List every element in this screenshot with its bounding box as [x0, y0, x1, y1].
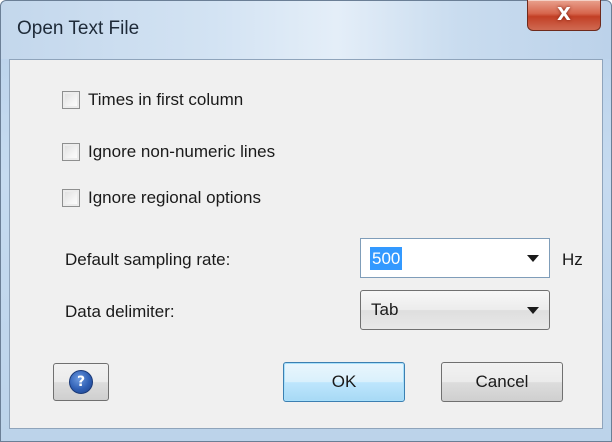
ignore-non-numeric-lines-label[interactable]: Ignore non-numeric lines: [88, 142, 275, 162]
ok-button[interactable]: OK: [283, 362, 405, 402]
close-icon: X: [557, 4, 571, 25]
sampling-rate-label: Default sampling rate:: [65, 250, 231, 269]
help-button[interactable]: ?: [53, 363, 109, 401]
cancel-button[interactable]: Cancel: [441, 362, 563, 402]
times-in-first-column-label[interactable]: Times in first column: [88, 90, 243, 110]
sampling-rate-unit: Hz: [562, 250, 583, 269]
dialog-body: Times in first column Ignore non-numeric…: [9, 59, 603, 429]
sampling-rate-value[interactable]: 500: [370, 246, 403, 270]
chevron-down-icon[interactable]: [527, 307, 539, 314]
open-text-file-dialog: Open Text File X Times in first column I…: [0, 0, 612, 442]
close-button[interactable]: X: [527, 0, 601, 31]
window-title: Open Text File: [17, 18, 140, 39]
option-ignore-regional-options[interactable]: Ignore regional options: [62, 188, 261, 208]
ignore-non-numeric-lines-checkbox[interactable]: [62, 143, 80, 161]
ignore-regional-options-label[interactable]: Ignore regional options: [88, 188, 261, 208]
data-delimiter-label: Data delimiter:: [65, 302, 175, 321]
title-bar[interactable]: Open Text File X: [1, 0, 611, 59]
sampling-rate-combobox[interactable]: 500: [360, 238, 550, 278]
option-times-in-first-column[interactable]: Times in first column: [62, 90, 243, 110]
chevron-down-icon[interactable]: [527, 255, 539, 262]
times-in-first-column-checkbox[interactable]: [62, 91, 80, 109]
data-delimiter-dropdown[interactable]: Tab: [360, 290, 550, 330]
data-delimiter-value: Tab: [371, 300, 399, 319]
option-ignore-non-numeric-lines[interactable]: Ignore non-numeric lines: [62, 142, 275, 162]
ignore-regional-options-checkbox[interactable]: [62, 189, 80, 207]
help-icon: ?: [69, 370, 93, 394]
